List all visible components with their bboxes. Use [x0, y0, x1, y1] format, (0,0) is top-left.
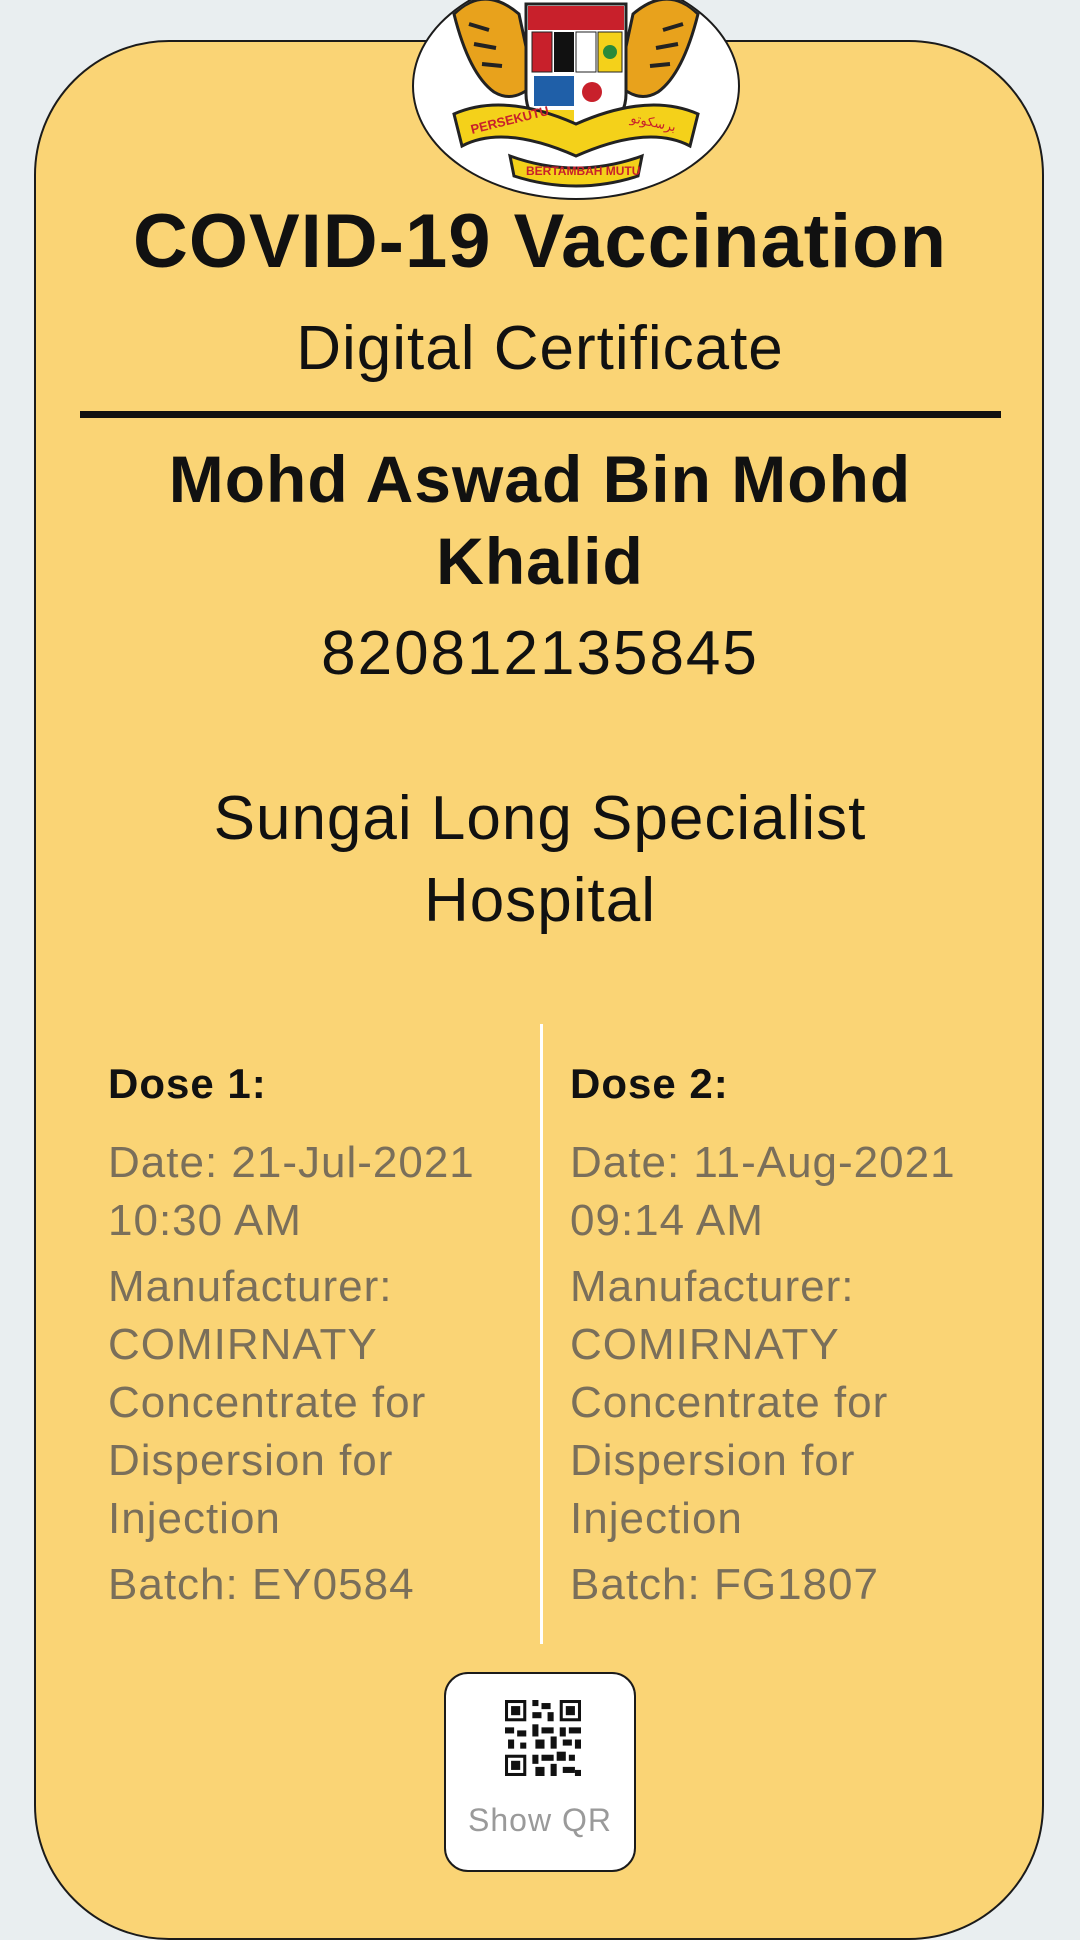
dose-2-batch: Batch: FG1807: [570, 1560, 879, 1609]
vaccination-facility: Sungai Long Specialist Hospital: [213, 784, 867, 935]
dose-1-date: Date: 21-Jul-2021 10:30 AM: [108, 1138, 475, 1245]
dose-column-divider: [540, 1024, 543, 1644]
dose-2-date: Date: 11-Aug-2021 09:14 AM: [570, 1138, 956, 1245]
show-qr-label: Show QR: [468, 1802, 612, 1838]
holder-name: Mohd Aswad Bin Mohd Khalid: [168, 442, 912, 598]
certificate-subtitle: Digital Certificate: [296, 314, 784, 383]
dose-2-title: Dose 2:: [570, 1060, 729, 1107]
dose-1-details: Dose 1: Date: 21-Jul-2021 10:30 AM Manuf…: [108, 1060, 508, 1622]
holder-id-number: 820812135845: [321, 619, 759, 688]
dose-2-manufacturer: Manufacturer: COMIRNATY Concentrate for …: [570, 1262, 889, 1543]
dose-1-batch: Batch: EY0584: [108, 1560, 415, 1609]
qr-code-icon: [505, 1700, 581, 1776]
title-divider: [80, 411, 1001, 418]
dose-1-title: Dose 1:: [108, 1060, 267, 1107]
malaysia-coat-of-arms-logo: PERSEKUTU برسكوتو BERTAMBAH MUTU: [412, 0, 740, 200]
certificate-title: COVID-19 Vaccination: [132, 199, 948, 284]
show-qr-button[interactable]: Show QR: [444, 1672, 636, 1872]
dose-2-details: Dose 2: Date: 11-Aug-2021 09:14 AM Manuf…: [570, 1060, 970, 1622]
dose-1-manufacturer: Manufacturer: COMIRNATY Concentrate for …: [108, 1262, 427, 1543]
crest-motto: BERTAMBAH MUTU: [526, 164, 640, 178]
